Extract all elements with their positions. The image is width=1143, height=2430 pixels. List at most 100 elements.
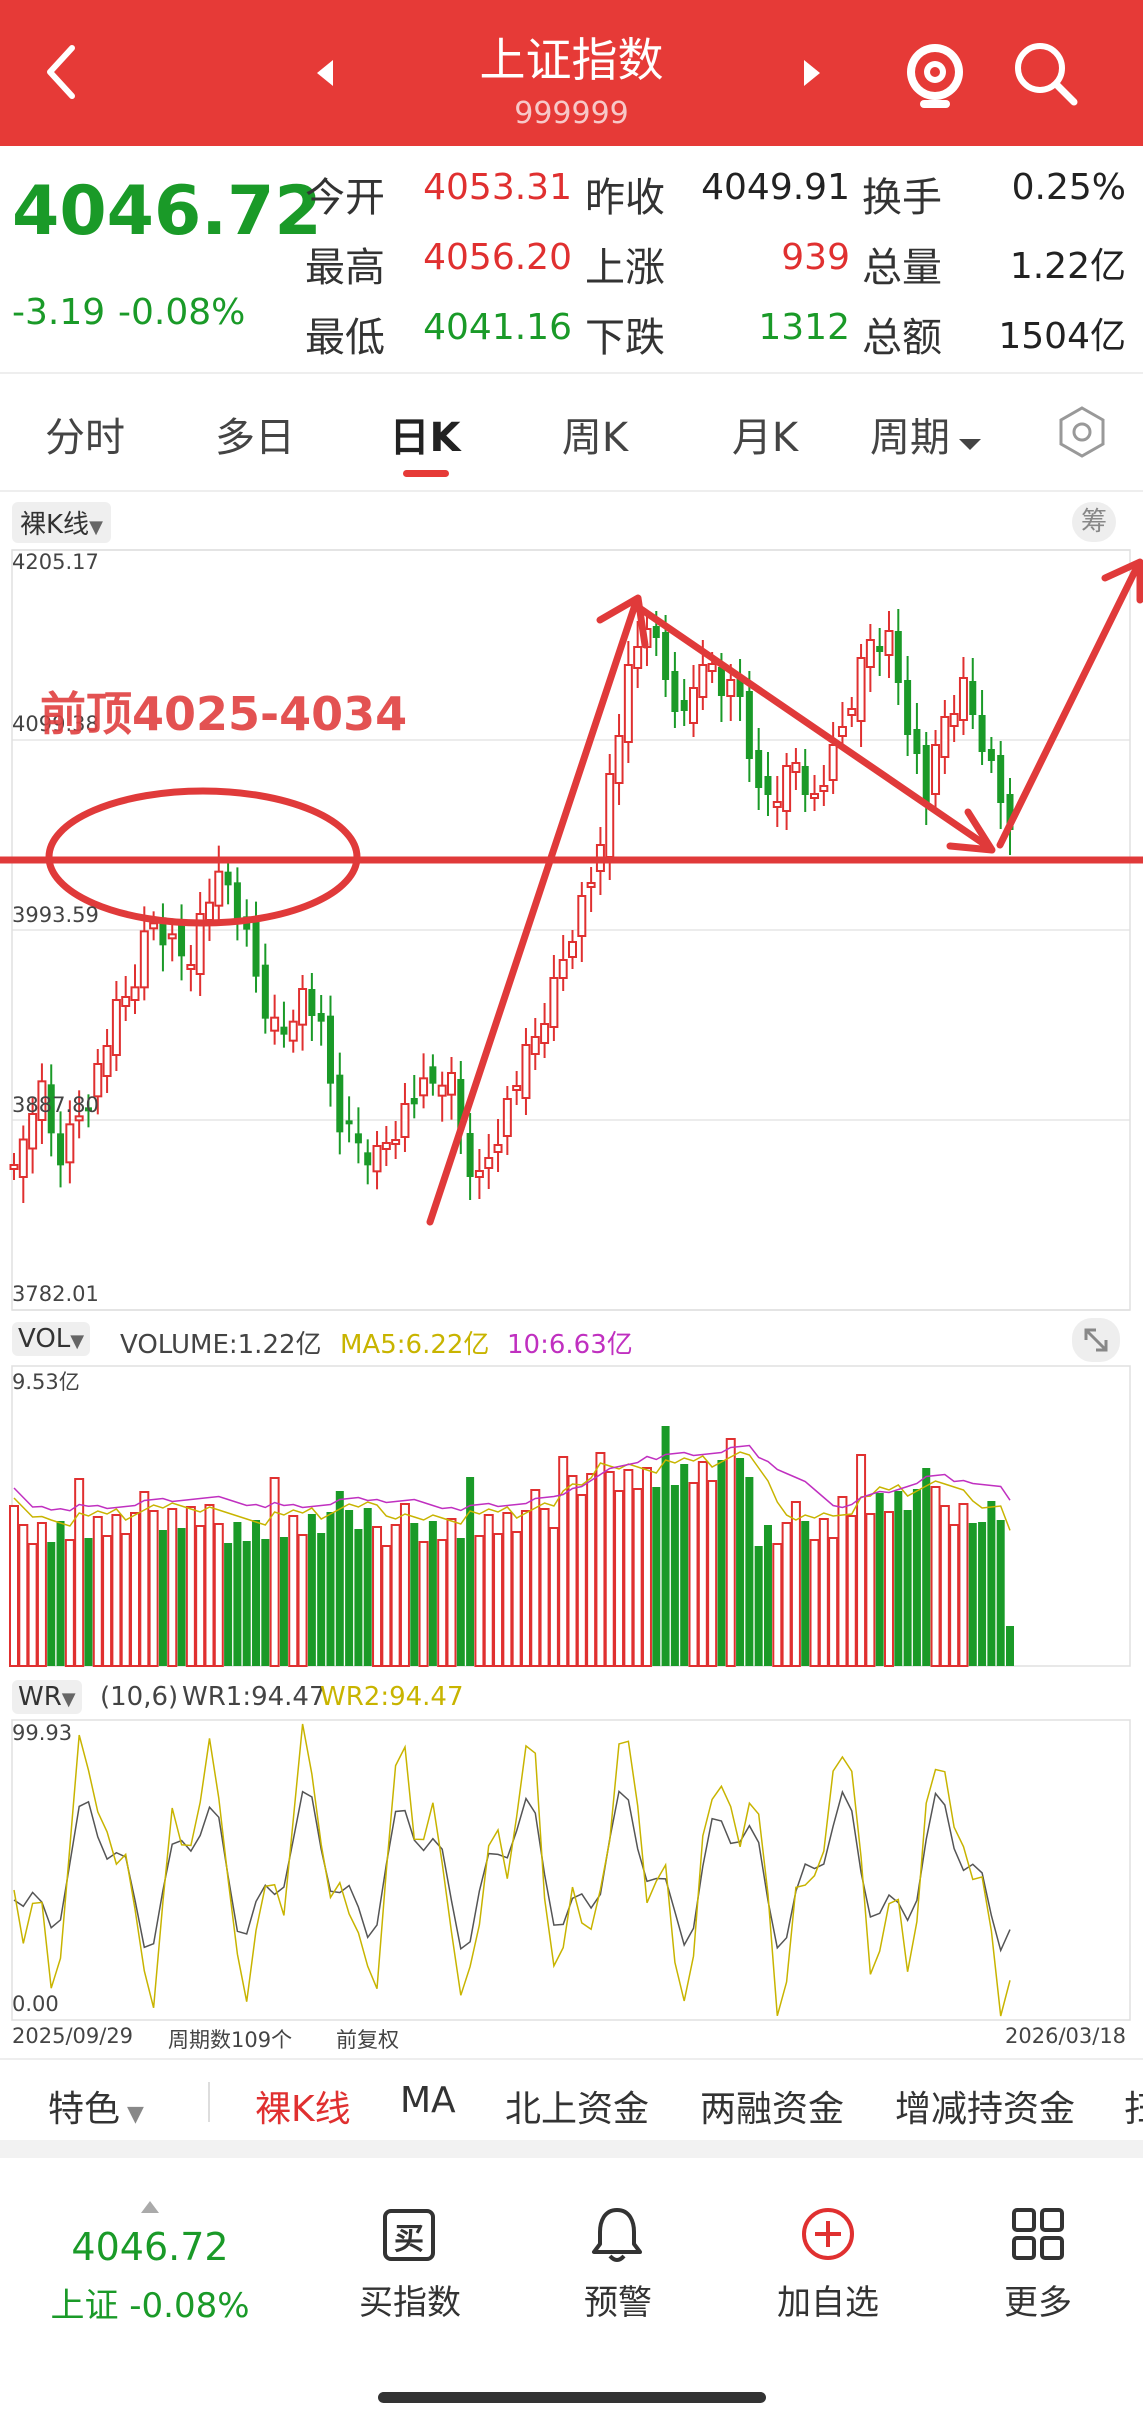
high-label: 最高 — [305, 245, 385, 291]
candle-body — [130, 986, 140, 1002]
volume-bar — [307, 1514, 316, 1666]
volume-bar — [745, 1477, 754, 1666]
volume-bar — [968, 1523, 977, 1666]
chip-distribution-button[interactable]: 筹 — [1072, 502, 1116, 542]
tab-monthly-k[interactable]: 月K — [700, 405, 830, 463]
bottom-index-change[interactable]: 上证 -0.08% — [30, 2278, 270, 2327]
settings-hexagon-icon[interactable] — [1055, 405, 1109, 459]
tab-daily-k[interactable]: 日K — [360, 405, 490, 463]
volume-bar — [930, 1486, 941, 1667]
price-axis-mid2: 3993.59 — [12, 903, 99, 927]
volume-bar — [670, 1485, 679, 1666]
volume-bar — [828, 1537, 839, 1667]
candle-body — [261, 964, 269, 1019]
kline-type-selector[interactable]: 裸K线▼ — [12, 502, 111, 543]
wr2-readout: WR2:94.47 — [320, 1682, 464, 1712]
down-count-label: 下跌 — [585, 315, 665, 361]
tab-multi-day[interactable]: 多日 — [190, 405, 320, 463]
volume-bar — [288, 1515, 299, 1667]
volume-bar — [511, 1531, 522, 1667]
indicator-tab-bare-k[interactable]: 裸K线 — [255, 2080, 351, 2132]
volume-bar — [158, 1530, 167, 1666]
volume-bar — [428, 1521, 437, 1666]
alert-label[interactable]: 预警 — [540, 2275, 696, 2324]
volume-bar — [399, 1503, 410, 1667]
indicator-tab-partial[interactable]: 扫 — [1124, 2080, 1143, 2132]
candle-body — [726, 679, 736, 697]
wr-panel-border — [11, 1719, 1131, 2021]
volume-value: 1.22亿 — [1009, 246, 1126, 287]
volume-bar — [548, 1527, 559, 1667]
expand-icon[interactable] — [1072, 1318, 1120, 1362]
robot-assistant-icon[interactable] — [900, 36, 970, 110]
indicator-tab-ma[interactable]: MA — [400, 2080, 456, 2121]
adjust-mode[interactable]: 前复权 — [336, 2024, 399, 2054]
wr-axis-min: 0.00 — [12, 1992, 59, 2016]
volume-bar — [680, 1464, 689, 1666]
candle-body — [856, 657, 866, 722]
candle-body — [167, 933, 177, 940]
prev-stock-icon[interactable] — [313, 58, 337, 88]
candle-body — [149, 922, 159, 930]
candle-body — [204, 901, 214, 921]
volume-bar — [372, 1526, 383, 1667]
bell-icon[interactable] — [588, 2204, 646, 2264]
candle-body — [978, 715, 986, 752]
candle-body — [894, 631, 902, 683]
volume-bar — [36, 1522, 47, 1667]
volume-bar — [539, 1508, 550, 1667]
candle-body — [940, 716, 950, 758]
volume-bar — [437, 1539, 448, 1667]
tab-period-dropdown[interactable]: 周期 — [870, 405, 1010, 463]
indicator-tab-holdings[interactable]: 增减持资金 — [895, 2080, 1075, 2132]
up-count-value: 939 — [781, 237, 850, 278]
candle-body — [57, 1133, 65, 1166]
search-icon[interactable] — [1012, 40, 1082, 110]
indicator-tab-margin[interactable]: 两融资金 — [700, 2080, 844, 2132]
wr-label: WR — [18, 1682, 62, 1712]
volume-bar — [130, 1512, 141, 1667]
turnover-label: 换手 — [862, 175, 942, 221]
candle-body — [997, 755, 1005, 803]
candle-body — [913, 729, 921, 754]
feature-dropdown[interactable]: 特色 ▼ — [48, 2080, 144, 2132]
volume-bar — [604, 1471, 615, 1667]
top-bar: 上证指数 999999 — [0, 0, 1143, 146]
volume-readout: VOLUME:1.22亿 — [120, 1330, 322, 1360]
volume-bar — [883, 1511, 894, 1667]
vol-indicator-selector[interactable]: VOL▼ — [12, 1322, 91, 1356]
candle-body — [837, 726, 847, 737]
next-stock-icon[interactable] — [800, 58, 824, 88]
low-label: 最低 — [305, 315, 385, 361]
candle-body — [922, 745, 930, 806]
add-watchlist-label[interactable]: 加自选 — [750, 2275, 906, 2324]
wr-indicator-selector[interactable]: WR▼ — [12, 1680, 82, 1714]
candle-body — [698, 664, 708, 698]
candle-body — [354, 1133, 362, 1144]
add-watchlist-icon[interactable] — [800, 2206, 856, 2262]
candle-body — [987, 749, 995, 761]
candle-body — [819, 785, 829, 792]
tab-weekly-k[interactable]: 周K — [530, 405, 660, 463]
down-count-value: 1312 — [758, 307, 850, 348]
candle-body — [280, 1026, 288, 1035]
candle-body — [847, 708, 857, 716]
tab-intraday[interactable]: 分时 — [20, 405, 150, 463]
volume-bar — [9, 1505, 19, 1667]
indicator-tab-northbound[interactable]: 北上资金 — [505, 2080, 649, 2132]
volume-bar — [922, 1468, 931, 1666]
buy-index-label[interactable]: 买指数 — [330, 2275, 490, 2324]
back-arrow-icon[interactable] — [40, 42, 80, 102]
candle-body — [772, 801, 782, 808]
more-label[interactable]: 更多 — [960, 2275, 1116, 2324]
more-grid-icon[interactable] — [1010, 2206, 1066, 2262]
candle-body — [745, 691, 753, 759]
volume-axis-max: 9.53亿 — [12, 1370, 80, 1394]
candle-body — [326, 1015, 334, 1084]
bottom-price[interactable]: 4046.72 — [30, 2225, 270, 2269]
volume-bar — [688, 1482, 699, 1667]
volume-bar — [195, 1525, 206, 1667]
candle-body — [410, 1098, 418, 1105]
volume-bar — [736, 1458, 745, 1666]
candle-body — [28, 1113, 38, 1150]
